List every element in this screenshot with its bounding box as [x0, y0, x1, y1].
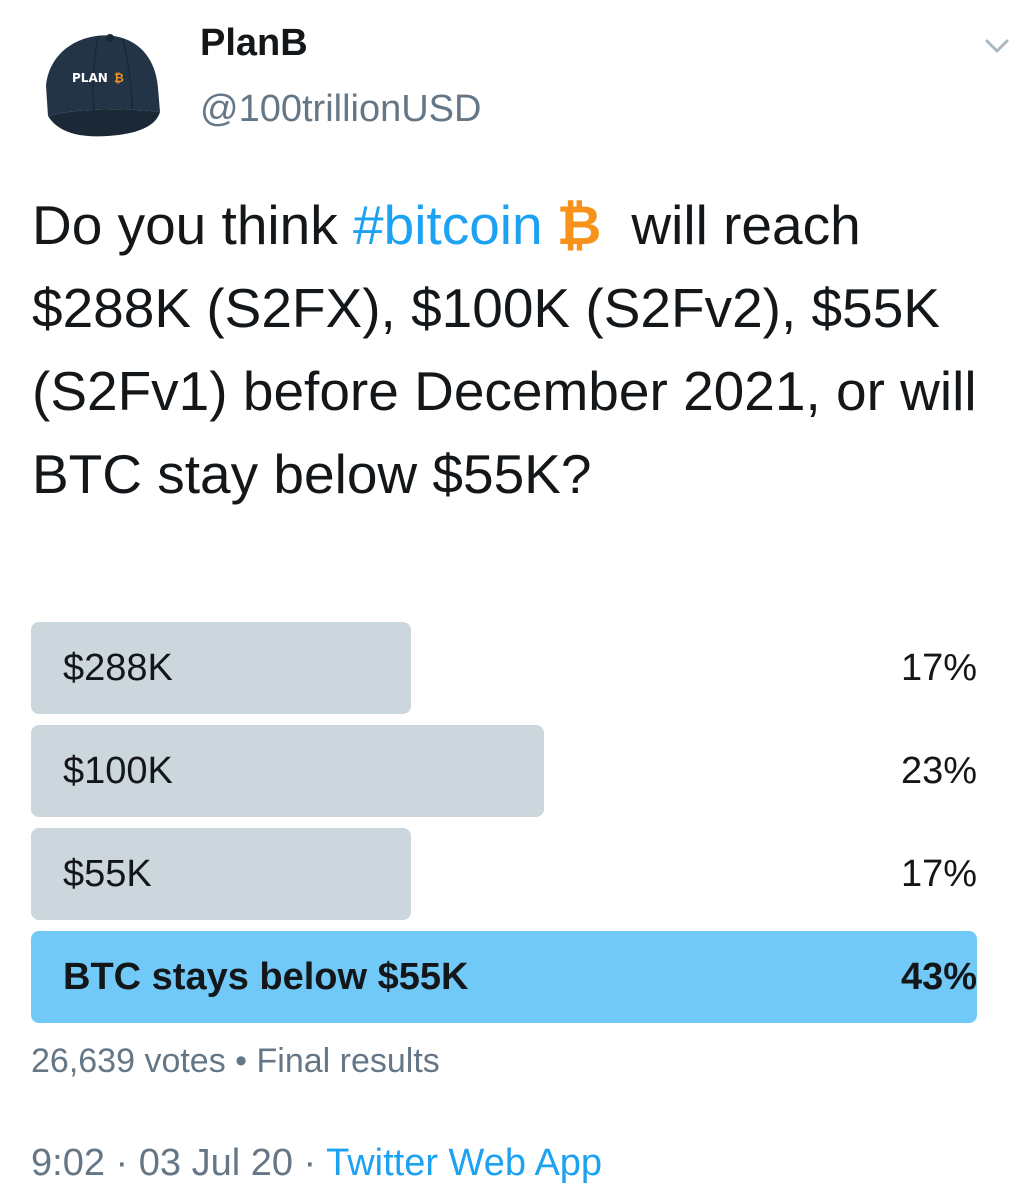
tweet-text: Do you think #bitcoin ₿ will reach $288K (…	[32, 184, 1007, 516]
bitcoin-icon: ₿	[556, 194, 602, 256]
chevron-down-icon[interactable]	[979, 28, 1015, 64]
poll-meta: 26,639 votes • Final results	[31, 1042, 440, 1081]
poll-status: Final results	[256, 1042, 440, 1080]
poll-option: $55K 17%	[31, 828, 977, 920]
poll-option-label: $55K	[63, 853, 152, 895]
poll-option-percent: 17%	[900, 647, 977, 689]
tweet-text-start: Do you think	[32, 194, 354, 256]
timestamp-separator: ·	[115, 1142, 129, 1184]
tweet-source-link[interactable]: Twitter Web App	[326, 1142, 602, 1184]
author-display-name[interactable]: PlanB	[200, 22, 308, 65]
svg-text:₿: ₿	[114, 71, 124, 85]
cap-image: PLAN ₿	[46, 34, 160, 137]
poll-option-percent: 23%	[900, 750, 977, 792]
poll-option: $100K 23%	[31, 725, 977, 817]
poll: $288K 17% $100K 23% $55K 17% BTC stays below $…	[31, 622, 977, 1034]
tweet-timestamp: 9:02 · 03 Jul 20 · Twitter Web App	[31, 1142, 602, 1185]
author-handle[interactable]: @100trillionUSD	[200, 88, 481, 131]
poll-option: BTC stays below $55K 43%	[31, 931, 977, 1023]
tweet-card: PLAN ₿ PlanB @100trillionUSD Do you thin…	[0, 0, 1031, 1200]
hashtag-link[interactable]: #bitcoin	[353, 194, 543, 256]
poll-option-percent: 43%	[900, 956, 977, 998]
tweet-date[interactable]: 03 Jul 20	[139, 1142, 293, 1184]
poll-meta-separator: •	[235, 1042, 248, 1080]
poll-option-label: $100K	[63, 750, 173, 792]
avatar[interactable]: PLAN ₿	[28, 16, 168, 156]
poll-option: $288K 17%	[31, 622, 977, 714]
tweet-time[interactable]: 9:02	[31, 1142, 105, 1184]
poll-vote-count: 26,639 votes	[31, 1042, 226, 1080]
svg-text:PLAN: PLAN	[72, 71, 108, 85]
poll-option-percent: 17%	[900, 853, 977, 895]
poll-option-label: BTC stays below $55K	[63, 956, 469, 998]
timestamp-separator-2: ·	[303, 1142, 317, 1184]
poll-option-label: $288K	[63, 647, 173, 689]
